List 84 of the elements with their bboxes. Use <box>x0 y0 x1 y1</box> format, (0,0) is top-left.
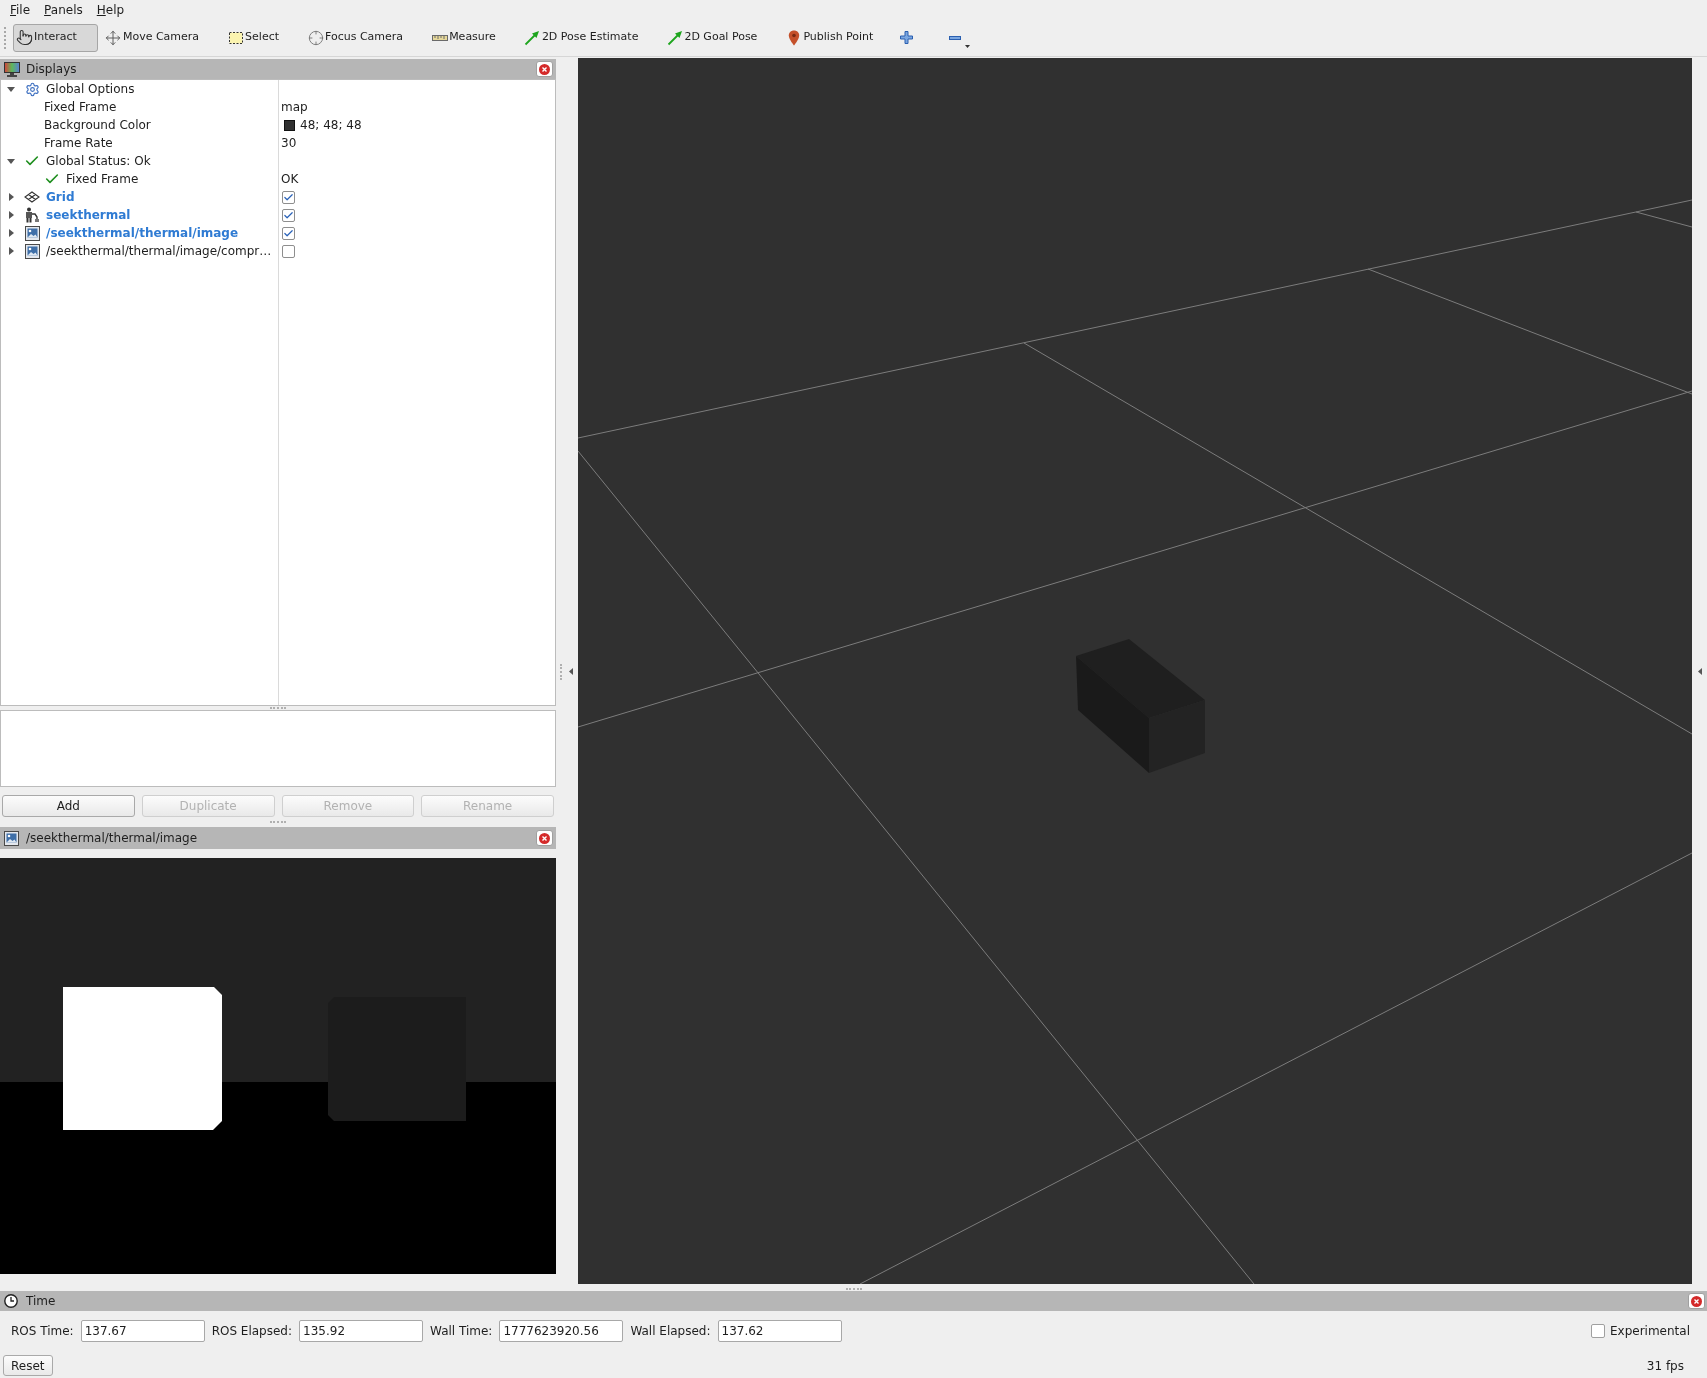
picture-icon <box>4 830 19 846</box>
close-button[interactable] <box>536 830 553 846</box>
splitter-handle[interactable] <box>845 1287 862 1290</box>
value-field[interactable]: 135.92 <box>299 1320 424 1342</box>
checkbox-label: Experimental <box>1609 1323 1690 1340</box>
tool-button[interactable]: Publish Point <box>782 23 895 52</box>
tool-button[interactable]: 2D Pose Estimate <box>520 23 660 52</box>
checkbox[interactable] <box>282 226 295 240</box>
robot-icon <box>24 207 40 223</box>
close-icon <box>1691 1295 1702 1307</box>
picture-icon <box>24 243 40 259</box>
fps-readout: 31 fps <box>1646 1357 1684 1375</box>
tree-item-label[interactable]: Global Options <box>46 80 135 98</box>
tree-item-label[interactable]: /seekthermal/thermal/image/compr… <box>46 242 272 260</box>
grid-icon <box>24 191 40 203</box>
field-label: ROS Time: <box>11 1323 74 1340</box>
field-label: ROS Elapsed: <box>211 1323 293 1340</box>
dashed-square-icon <box>227 29 244 46</box>
property-value: 30 <box>281 135 297 152</box>
panel-title: Time <box>26 1293 56 1310</box>
menu-item[interactable]: Help <box>89 0 132 19</box>
tree-item-label[interactable]: Global Status: Ok <box>46 152 151 170</box>
checkmark-icon <box>283 209 294 221</box>
value-field[interactable]: 137.62 <box>717 1320 842 1342</box>
field-label: Wall Elapsed: <box>630 1323 711 1340</box>
checkbox[interactable] <box>1590 1324 1605 1338</box>
panel-title: /seekthermal/thermal/image <box>26 830 198 847</box>
checkmark-icon <box>283 227 294 239</box>
checkmark-icon <box>283 191 294 203</box>
caret-icon[interactable] <box>8 211 14 219</box>
tool-button[interactable]: Measure <box>428 23 517 52</box>
caret-icon[interactable] <box>7 86 15 92</box>
minus-icon[interactable] <box>949 35 962 40</box>
caret-icon[interactable] <box>8 247 14 255</box>
arrow-icon <box>666 29 683 46</box>
caret-icon[interactable] <box>8 229 14 237</box>
checkbox[interactable] <box>282 208 295 222</box>
plus-icon[interactable] <box>900 31 914 44</box>
tree-item-label[interactable]: Fixed Frame <box>66 170 139 188</box>
reset-button[interactable]: Reset <box>3 1355 53 1376</box>
action-button[interactable]: Add <box>2 795 135 817</box>
tree-item-label[interactable]: /seekthermal/thermal/image <box>46 224 239 242</box>
tree-item-label[interactable]: Grid <box>46 188 75 206</box>
gear-icon <box>24 81 40 97</box>
monitor-icon <box>4 61 20 77</box>
close-button[interactable] <box>1688 1293 1705 1309</box>
tool-button[interactable]: Select <box>224 23 301 52</box>
arrow-icon <box>524 29 541 46</box>
close-button[interactable] <box>536 61 553 77</box>
tree-item-label[interactable]: seekthermal <box>46 206 131 224</box>
value-field[interactable]: 1777623920.56 <box>499 1320 624 1342</box>
close-icon <box>539 63 550 75</box>
menu-item[interactable]: File <box>3 0 38 19</box>
dropdown-caret-icon[interactable] <box>965 45 971 48</box>
field-label: Wall Time: <box>430 1323 493 1340</box>
tool-button[interactable]: 2D Goal Pose <box>663 23 779 52</box>
tree-item-label[interactable]: Frame Rate <box>44 134 113 152</box>
menu-item[interactable]: Panels <box>37 0 90 19</box>
close-icon <box>539 832 550 844</box>
tool-button[interactable]: Interact <box>13 23 98 52</box>
checkbox[interactable] <box>282 244 295 258</box>
tree-item-label[interactable]: Fixed Frame <box>44 98 117 116</box>
toolbar-grip[interactable] <box>4 26 7 49</box>
four-arrows-icon <box>105 29 122 46</box>
tool-button[interactable]: Move Camera <box>101 23 221 52</box>
value-field[interactable]: 137.67 <box>80 1320 205 1342</box>
panel-title: Displays <box>26 61 77 78</box>
map-pin-icon <box>787 29 800 46</box>
tool-button[interactable]: Focus Camera <box>304 23 425 52</box>
caret-icon[interactable] <box>8 193 14 201</box>
caret-icon[interactable] <box>7 158 15 164</box>
property-value: map <box>281 99 308 116</box>
splitter-handle[interactable] <box>270 821 286 823</box>
hand-pointer-icon <box>16 29 33 46</box>
checkbox[interactable] <box>282 190 295 204</box>
tree-item-label[interactable]: Background Color <box>44 116 151 134</box>
property-value: OK <box>281 171 299 188</box>
picture-icon <box>24 225 40 241</box>
splitter-handle[interactable] <box>559 663 562 680</box>
collapse-arrow-icon[interactable] <box>1697 668 1702 675</box>
property-value: 48; 48; 48 <box>300 117 362 134</box>
clock-icon <box>4 1294 18 1308</box>
collapse-arrow-icon[interactable] <box>568 668 573 675</box>
crosshair-icon <box>307 29 324 46</box>
